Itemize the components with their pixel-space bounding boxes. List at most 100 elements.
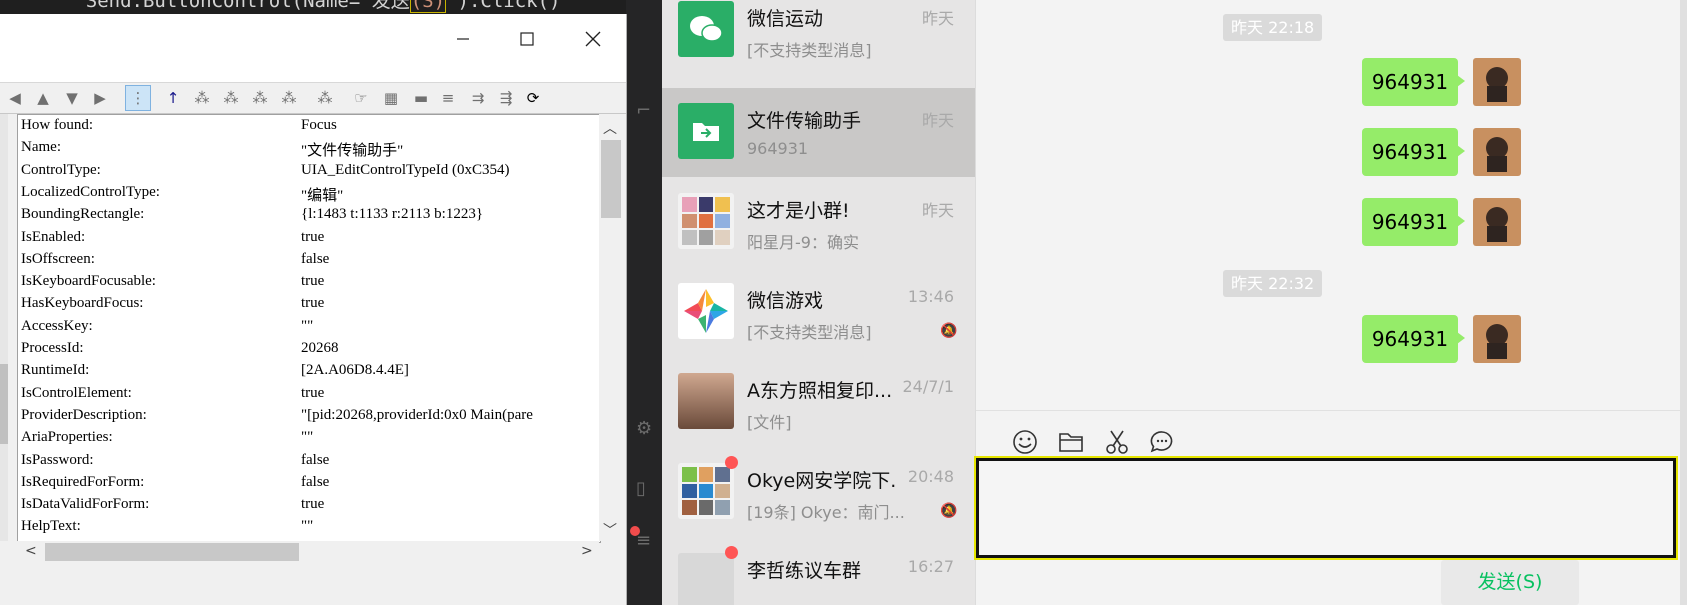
caret-icon[interactable]: ≡ xyxy=(437,87,459,109)
chat-item-wechat-sport[interactable]: 微信运动 [不支持类型消息] 昨天 xyxy=(662,0,975,75)
send-file-button[interactable] xyxy=(1057,428,1085,456)
mute-bell-icon: 🔕 xyxy=(940,323,958,339)
chat-preview: [19条] Okye：南门... xyxy=(747,503,905,522)
nav-forward-icon[interactable]: ▶ xyxy=(89,87,111,109)
chat-item-driving[interactable]: 李哲练议车群 16:27 xyxy=(662,538,975,605)
watch-cursor-icon[interactable]: ▦ xyxy=(380,87,402,109)
message-bubble[interactable]: 964931 xyxy=(1362,315,1465,363)
chat-history-button[interactable] xyxy=(1148,428,1176,456)
maximize-button[interactable] xyxy=(504,24,550,54)
person-avatar xyxy=(678,373,734,429)
tree-view-icon[interactable]: ⋮ xyxy=(125,85,151,111)
send-button[interactable]: 发送(S) xyxy=(1441,560,1579,605)
chat-time: 昨天 xyxy=(921,201,954,220)
timestamp-badge: 昨天 22:18 xyxy=(1223,14,1323,41)
chat-item-print-shop[interactable]: A东方照相复印... [文件] 24/7/1 xyxy=(662,358,975,447)
parent-icon[interactable]: ↑ xyxy=(162,87,184,109)
scroll-right-icon[interactable]: > xyxy=(581,543,593,559)
bear-avatar-icon xyxy=(1473,315,1521,363)
vertical-scroll-thumb[interactable] xyxy=(601,140,621,218)
close-button[interactable] xyxy=(570,24,616,54)
property-value: true xyxy=(301,384,325,401)
property-value: "编辑" xyxy=(301,187,344,204)
hover-icon[interactable]: ⇉ xyxy=(467,87,489,109)
chat-preview: [不支持类型消息] xyxy=(747,41,872,60)
panel-icon[interactable]: ▯ xyxy=(636,478,646,499)
chat-name: 文件传输助手 xyxy=(747,110,862,132)
property-key: AccessKey: xyxy=(21,317,93,334)
first-child-icon[interactable]: ⁂ xyxy=(191,87,213,109)
window-edge-scrollbar[interactable] xyxy=(1680,0,1687,605)
properties-pane[interactable]: How found: Focus Name: "文件传输助手" ControlType:… xyxy=(17,114,601,543)
window-titlebar[interactable] xyxy=(0,14,626,83)
chat-preview: 964931 xyxy=(747,139,809,158)
property-key: ControlType: xyxy=(21,161,101,178)
code-line: Send.ButtonControl(Name="发送(S)").Click() xyxy=(40,0,560,13)
nav-up-icon[interactable]: ▲ xyxy=(32,87,54,109)
property-value: 20268 xyxy=(301,340,339,356)
my-avatar[interactable] xyxy=(1473,315,1521,363)
refresh-icon[interactable]: ⟳ xyxy=(522,87,544,109)
property-key: BoundingRectangle: xyxy=(21,206,145,223)
property-value: [2A.A06D8.4.4E] xyxy=(301,362,409,379)
unread-dot xyxy=(725,546,738,559)
folder-icon xyxy=(1059,433,1083,452)
scroll-down-icon[interactable]: ﹀ xyxy=(603,520,617,540)
nav-down-icon[interactable]: ▼ xyxy=(61,87,83,109)
focus-icon[interactable]: ▬ xyxy=(410,87,432,109)
scissors-icon xyxy=(1106,430,1128,454)
message-bubble[interactable]: 964931 xyxy=(1362,58,1465,106)
left-scroll-thumb[interactable] xyxy=(0,364,8,444)
mute-bell-icon: 🔕 xyxy=(940,503,958,519)
property-key: IsDataValidForForm: xyxy=(21,496,150,513)
wechat-icon xyxy=(690,16,723,42)
options-icon[interactable]: ⇶ xyxy=(495,87,517,109)
chat-time: 昨天 xyxy=(921,111,954,130)
conversation-panel: 昨天 22:18 964931 964931 964931 昨天 22:32 9… xyxy=(974,0,1687,605)
prev-sibling-icon[interactable]: ⁂ xyxy=(220,87,242,109)
chat-item-wechat-game[interactable]: 微信游戏 [不支持类型消息] 13:46 🔕 xyxy=(662,268,975,357)
minimize-button[interactable] xyxy=(440,24,486,54)
property-key: ProviderDescription: xyxy=(21,406,147,423)
scroll-up-icon[interactable]: ︿ xyxy=(603,118,617,138)
my-avatar[interactable] xyxy=(1473,58,1521,106)
bear-avatar-icon xyxy=(1473,198,1521,246)
chat-item-okye[interactable]: Okye网安学院下... [19条] Okye：南门... 20:48 🔕 xyxy=(662,448,975,537)
code-highlight: (S) xyxy=(409,0,447,13)
message-input[interactable] xyxy=(974,456,1678,560)
nav-back-icon[interactable]: ◀ xyxy=(4,87,26,109)
message-bubble[interactable]: 964931 xyxy=(1362,128,1465,176)
property-value: Focus xyxy=(301,117,337,133)
chat-time: 16:27 xyxy=(907,557,954,576)
highlight-icon[interactable]: ☞ xyxy=(350,87,372,109)
horizontal-scrollbar[interactable]: < > xyxy=(17,541,599,563)
property-value: true xyxy=(301,496,325,513)
vertical-scrollbar[interactable]: ︿ ﹀ xyxy=(599,114,623,541)
property-key: IsRequiredForForm: xyxy=(21,473,145,490)
my-avatar[interactable] xyxy=(1473,128,1521,176)
group-avatar xyxy=(678,463,734,519)
all-children-icon[interactable]: ⁂ xyxy=(314,87,336,109)
chat-preview: 阳星月-9：确实 xyxy=(747,233,859,252)
property-key: IsOffscreen: xyxy=(21,250,95,267)
property-key: IsPassword: xyxy=(21,451,94,468)
next-sibling-icon[interactable]: ⁂ xyxy=(249,87,271,109)
screenshot-button[interactable] xyxy=(1103,428,1131,456)
horizontal-scroll-thumb[interactable] xyxy=(45,543,299,561)
group-avatar xyxy=(678,193,734,249)
message-bubble[interactable]: 964931 xyxy=(1362,198,1465,246)
property-value: false xyxy=(301,451,330,468)
emoji-icon xyxy=(1013,430,1037,454)
property-key: RuntimeId: xyxy=(21,362,90,379)
chat-item-file-transfer[interactable]: 文件传输助手 964931 昨天 xyxy=(662,88,975,177)
last-child-icon[interactable]: ⁂ xyxy=(278,87,300,109)
property-key: How found: xyxy=(21,117,94,133)
property-value: "文件传输助手" xyxy=(301,143,404,160)
scroll-left-icon[interactable]: < xyxy=(25,543,37,559)
settings-icon[interactable]: ⚙ xyxy=(636,418,652,439)
property-value: false xyxy=(301,473,330,490)
chat-item-group[interactable]: 这才是小群! 阳星月-9：确实 昨天 xyxy=(662,178,975,267)
emoji-button[interactable] xyxy=(1011,428,1039,456)
my-avatar[interactable] xyxy=(1473,198,1521,246)
left-scrollbar[interactable] xyxy=(0,114,8,541)
